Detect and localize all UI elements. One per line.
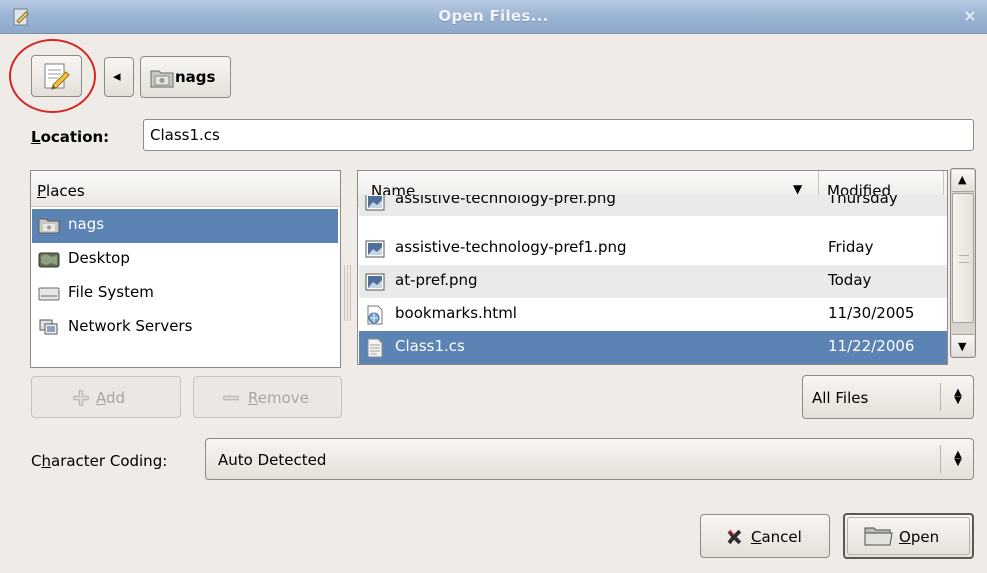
open-button-label: Open — [899, 528, 940, 546]
file-filter-combo[interactable]: All Files ▲ ▼ — [802, 375, 974, 419]
place-item-file-system[interactable]: File System — [32, 277, 338, 311]
html-file-icon — [367, 305, 383, 325]
file-modified: Thursday — [828, 195, 898, 207]
open-button[interactable]: Open — [843, 513, 974, 559]
file-list-scrollbar[interactable]: ▲ ▼ — [950, 168, 976, 358]
path-back-button[interactable]: ◂ — [104, 57, 134, 97]
file-modified: Friday — [828, 238, 874, 256]
drive-icon — [38, 287, 60, 301]
places-header[interactable]: Places — [31, 171, 340, 207]
file-modified: 11/30/2005 — [828, 304, 915, 322]
cancel-x-icon — [727, 529, 742, 545]
file-name: at-pref.png — [395, 271, 478, 289]
home-folder-icon — [150, 70, 174, 88]
image-file-icon — [365, 240, 385, 258]
place-item-nags[interactable]: nags — [32, 209, 338, 243]
place-item-label: File System — [68, 283, 154, 301]
remove-button-label: Remove — [248, 389, 309, 407]
scroll-thumb[interactable] — [952, 193, 974, 323]
minus-icon — [223, 395, 239, 401]
file-row[interactable]: assistive-technology-pref1.png Friday — [359, 232, 947, 265]
annotation-circle — [9, 39, 96, 113]
window-title: Open Files... — [438, 7, 549, 25]
places-header-label: Places — [37, 182, 85, 200]
file-name: assistive-technology-pref.png — [395, 195, 616, 207]
file-row-selected[interactable]: Class1.cs 11/22/2006 — [359, 331, 947, 364]
place-item-label: Network Servers — [68, 317, 193, 335]
file-name: bookmarks.html — [395, 304, 517, 322]
character-coding-combo[interactable]: Auto Detected ▲ ▼ — [205, 438, 974, 480]
places-panel[interactable]: Places nags Desktop File System Network … — [30, 170, 341, 368]
title-bar[interactable]: Open Files... × — [0, 0, 987, 34]
file-name: Class1.cs — [395, 337, 465, 355]
file-list-panel[interactable]: Name ▼ Modified assistive-technology-pre… — [357, 170, 948, 365]
place-item-network-servers[interactable]: Network Servers — [32, 311, 338, 345]
back-arrow-icon: ◂ — [113, 67, 121, 85]
plus-icon — [73, 390, 89, 406]
scroll-thumb-grip — [959, 255, 969, 263]
scroll-up-icon: ▲ — [958, 173, 967, 186]
combo-separator — [940, 383, 941, 411]
file-modified: 11/22/2006 — [828, 337, 915, 355]
place-item-label: nags — [68, 215, 105, 233]
add-bookmark-button[interactable]: Add — [31, 376, 181, 418]
file-filter-value: All Files — [812, 389, 869, 407]
sort-descending-icon: ▼ — [793, 182, 803, 196]
remove-bookmark-button[interactable]: Remove — [193, 376, 342, 418]
open-files-dialog: Open Files... × ◂ nags Location: Class1.… — [0, 0, 987, 573]
path-button-nags[interactable]: nags — [140, 56, 231, 98]
file-row[interactable]: at-pref.png Today — [359, 265, 947, 298]
close-icon[interactable]: × — [961, 7, 979, 25]
cancel-button-label: Cancel — [751, 528, 802, 546]
file-row[interactable]: bookmarks.html 11/30/2005 — [359, 298, 947, 331]
scroll-down-button[interactable]: ▼ — [952, 334, 974, 356]
scroll-up-button[interactable]: ▲ — [952, 170, 974, 192]
location-input-value: Class1.cs — [150, 126, 220, 144]
file-row[interactable]: assistive-technology-pref.png Thursday — [359, 195, 947, 216]
cancel-button[interactable]: Cancel — [700, 514, 830, 558]
place-item-desktop[interactable]: Desktop — [32, 243, 338, 277]
image-file-icon — [365, 195, 385, 211]
path-button-label: nags — [175, 68, 216, 86]
text-file-icon — [367, 338, 383, 358]
combo-arrows-icon: ▲ ▼ — [954, 387, 962, 406]
image-file-icon — [365, 273, 385, 291]
character-coding-value: Auto Detected — [218, 451, 327, 469]
open-folder-icon — [864, 527, 893, 546]
location-input[interactable]: Class1.cs — [143, 119, 974, 151]
character-coding-label: Character Coding: — [31, 452, 168, 470]
network-icon — [39, 319, 58, 335]
location-label: Location: — [31, 128, 110, 146]
desktop-icon — [38, 252, 60, 268]
place-item-label: Desktop — [68, 249, 130, 267]
file-name: assistive-technology-pref1.png — [395, 238, 627, 256]
pane-resize-handle[interactable] — [344, 265, 352, 321]
home-folder-icon — [38, 218, 60, 234]
add-button-label: Add — [96, 389, 126, 407]
file-modified: Today — [828, 271, 872, 289]
combo-arrows-icon: ▲ ▼ — [954, 449, 962, 468]
combo-separator — [940, 445, 941, 473]
scroll-down-icon: ▼ — [958, 340, 967, 353]
